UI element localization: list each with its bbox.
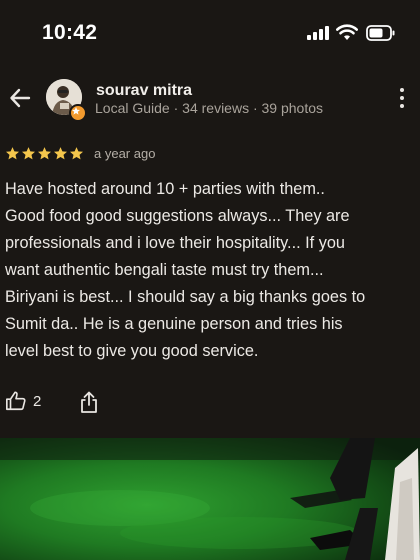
review-photo[interactable] xyxy=(0,438,420,560)
review-line: level best to give you good service. xyxy=(5,342,259,360)
share-button[interactable] xyxy=(79,390,99,419)
star-icon xyxy=(70,146,83,159)
review-line: professionals and i love their hospitali… xyxy=(5,234,345,252)
star-icon xyxy=(6,146,19,159)
star-icon xyxy=(22,146,35,159)
like-count: 2 xyxy=(33,392,42,410)
review-line: Good food good suggestions always... The… xyxy=(5,207,350,225)
star-icon xyxy=(38,146,51,159)
like-button[interactable]: 2 xyxy=(5,390,41,412)
review-line: Sumit da.. He is a genuine person and tr… xyxy=(5,315,343,333)
review-line: Biriyani is best... I should say a big t… xyxy=(5,288,366,306)
share-icon xyxy=(81,391,97,413)
more-vert-icon xyxy=(400,88,404,92)
cellular-signal-icon xyxy=(307,26,329,40)
reviewer-meta: Local Guide · 34 reviews · 39 photos xyxy=(95,100,324,116)
arrow-left-icon xyxy=(10,88,31,108)
review-text: Have hosted around 10 + parties with the… xyxy=(5,176,415,365)
status-time: 10:42 xyxy=(42,21,98,44)
review-photo-image xyxy=(0,438,420,560)
review-date: a year ago xyxy=(94,145,156,161)
star-rating xyxy=(5,146,84,161)
local-guide-badge-icon xyxy=(69,104,87,122)
rating-row: a year ago xyxy=(5,142,155,164)
star-icon xyxy=(54,146,67,159)
battery-icon xyxy=(366,25,395,41)
review-actions: 2 xyxy=(0,388,200,418)
reviewer-name[interactable]: sourav mitra xyxy=(96,82,192,100)
wifi-icon xyxy=(336,24,358,40)
thumb-up-icon xyxy=(6,391,26,411)
review-header: sourav mitra Local Guide · 34 reviews · … xyxy=(0,70,420,130)
back-button[interactable] xyxy=(6,84,34,112)
status-bar: 10:42 xyxy=(0,0,420,66)
more-options-button[interactable] xyxy=(394,84,410,112)
review-line: Have hosted around 10 + parties with the… xyxy=(5,180,325,198)
review-line: want authentic bengali taste must try th… xyxy=(5,261,324,279)
